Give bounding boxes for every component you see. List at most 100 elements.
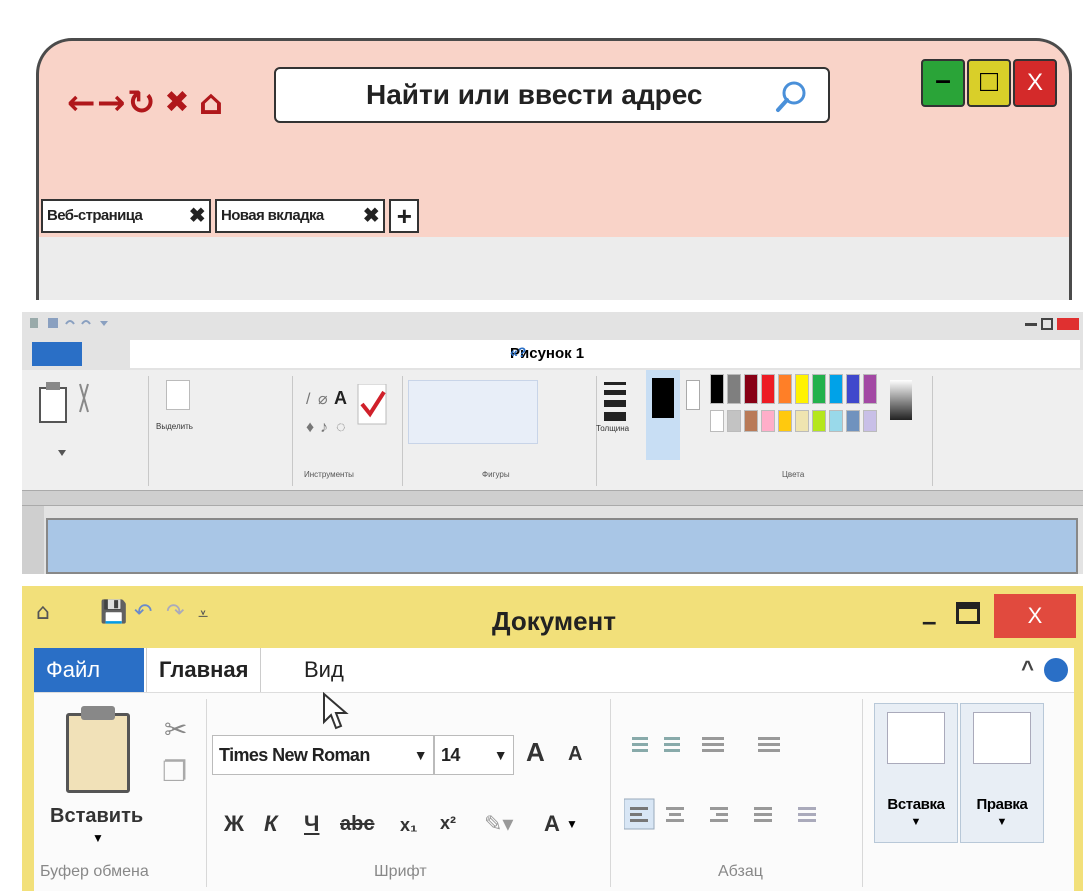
color-swatch[interactable] <box>795 410 809 432</box>
font-size-value: 14 <box>441 745 460 765</box>
color-swatch[interactable] <box>846 410 860 432</box>
strikethrough-button[interactable]: abc <box>340 813 374 836</box>
color-swatch[interactable] <box>710 410 724 432</box>
maximize-button[interactable]: □ <box>967 59 1011 107</box>
tools-group-label: Инструменты <box>304 470 354 479</box>
new-tab-button[interactable]: + <box>389 199 419 233</box>
insert-button[interactable]: Вставка ▼ <box>874 703 958 843</box>
color-swatch[interactable] <box>744 374 758 404</box>
svg-text:♪: ♪ <box>320 419 328 436</box>
color-swatch[interactable] <box>727 374 741 404</box>
chevron-down-icon: ▼ <box>996 816 1008 828</box>
color-swatch[interactable] <box>846 374 860 404</box>
forward-icon[interactable]: → <box>97 85 126 121</box>
stop-icon[interactable]: ✖ <box>163 85 191 121</box>
color-swatch[interactable] <box>761 374 775 404</box>
quick-access-icons[interactable] <box>28 316 114 330</box>
document-title: Документ <box>492 606 616 636</box>
tab-view[interactable]: Вид <box>292 648 356 692</box>
refresh-icon[interactable]: ↻ <box>127 85 156 121</box>
tab-file[interactable]: Файл <box>34 648 144 692</box>
ribbon-tab-bar: Файл Главная Вид ^ <box>34 648 1074 692</box>
insert-icon <box>887 712 945 764</box>
color-swatch[interactable] <box>829 374 843 404</box>
color-swatch[interactable] <box>778 410 792 432</box>
collapse-ribbon-icon[interactable]: ^ <box>1021 656 1034 682</box>
save-icon[interactable]: 💾 <box>100 600 127 625</box>
close-button[interactable]: X <box>1013 59 1057 107</box>
color-swatch[interactable] <box>812 410 826 432</box>
tab-web-page[interactable]: Веб-страница ✖ <box>41 199 211 233</box>
paint-file-button[interactable] <box>32 342 82 366</box>
size-icon[interactable] <box>602 378 628 424</box>
superscript-button[interactable]: x² <box>440 813 456 834</box>
paste-icon[interactable] <box>36 378 96 458</box>
close-tab-icon[interactable]: ✖ <box>189 201 206 231</box>
color-swatch[interactable] <box>795 374 809 404</box>
close-tab-icon[interactable]: ✖ <box>363 201 380 231</box>
back-icon[interactable]: ← <box>67 85 96 121</box>
undo-icon[interactable]: ↶ <box>134 600 152 625</box>
subscript-button[interactable]: x₁ <box>400 815 417 836</box>
redo-icon[interactable]: ↷ <box>166 600 184 625</box>
paste-button[interactable]: Вставить <box>50 805 143 828</box>
color-swatch[interactable] <box>863 374 877 404</box>
italic-button[interactable]: К <box>264 811 278 837</box>
select-label: Выделить <box>156 422 193 431</box>
select-icon[interactable] <box>166 380 190 410</box>
font-group-label: Шрифт <box>374 863 427 880</box>
color-swatch[interactable] <box>812 374 826 404</box>
paint-window-controls <box>1025 314 1079 334</box>
minimize-button[interactable]: – <box>921 59 965 107</box>
underline-button[interactable]: Ч <box>304 811 319 837</box>
edit-colors-icon[interactable] <box>890 380 912 420</box>
paste-dropdown-icon[interactable]: ▼ <box>92 831 104 845</box>
edit-button[interactable]: Правка ▼ <box>960 703 1044 843</box>
paragraph-group-label: Абзац <box>718 863 763 880</box>
bold-button[interactable]: Ж <box>224 811 244 837</box>
font-name-combo[interactable]: Times New Roman ▼ <box>212 735 434 775</box>
copy-icon[interactable]: ❐ <box>162 755 187 788</box>
edit-label: Правка <box>976 796 1028 813</box>
tools-icons[interactable]: / ⌀ A ♦ ♪ ◌ <box>306 384 390 444</box>
font-size-combo[interactable]: 14 ▼ <box>434 735 514 775</box>
address-bar[interactable]: Найти или ввести адрес <box>274 67 830 123</box>
color-swatch[interactable] <box>778 374 792 404</box>
help-icon[interactable] <box>1044 658 1068 682</box>
close-button[interactable]: X <box>994 594 1076 638</box>
maximize-button[interactable] <box>956 602 980 624</box>
svg-text:◌: ◌ <box>336 419 346 436</box>
shapes-gallery[interactable] <box>408 380 538 444</box>
color-swatch[interactable] <box>744 410 758 432</box>
svg-text:♦: ♦ <box>306 419 314 436</box>
chevron-down-icon[interactable]: ▼ <box>566 817 578 831</box>
shrink-font-icon[interactable]: A <box>568 743 582 766</box>
minimize-icon[interactable] <box>1025 323 1037 326</box>
paint-canvas[interactable] <box>46 518 1078 574</box>
cut-icon[interactable]: ✂ <box>164 713 187 746</box>
paste-icon[interactable] <box>66 706 130 793</box>
font-color-button[interactable]: A <box>544 811 560 837</box>
search-icon[interactable] <box>774 79 810 115</box>
maximize-icon[interactable] <box>1041 318 1053 330</box>
color-swatch[interactable] <box>863 410 877 432</box>
color-swatch[interactable] <box>761 410 775 432</box>
color-swatch[interactable] <box>727 410 741 432</box>
grow-font-icon[interactable]: A <box>526 737 545 768</box>
help-icon[interactable]: «? <box>510 344 1074 360</box>
close-icon[interactable] <box>1057 318 1079 330</box>
minimize-button[interactable]: – <box>922 606 936 637</box>
highlight-icon[interactable]: ✎▾ <box>484 811 513 837</box>
paragraph-icons[interactable] <box>624 729 844 849</box>
customize-qat-icon[interactable]: ⩡ <box>198 604 208 625</box>
tab-home[interactable]: Главная <box>146 648 262 692</box>
color1-selector[interactable] <box>646 370 680 460</box>
color-swatch[interactable] <box>829 410 843 432</box>
quick-access-toolbar <box>28 316 114 333</box>
color-swatch[interactable] <box>710 374 724 404</box>
word-window: ⌂ 💾 ↶ ↷ ⩡ Документ – X Файл Главная Вид … <box>22 586 1083 891</box>
colors-group-label: Цвета <box>782 470 805 479</box>
tab-new-tab[interactable]: Новая вкладка ✖ <box>215 199 385 233</box>
home-icon[interactable]: ⌂ <box>197 85 225 121</box>
color2-selector[interactable] <box>686 380 700 410</box>
